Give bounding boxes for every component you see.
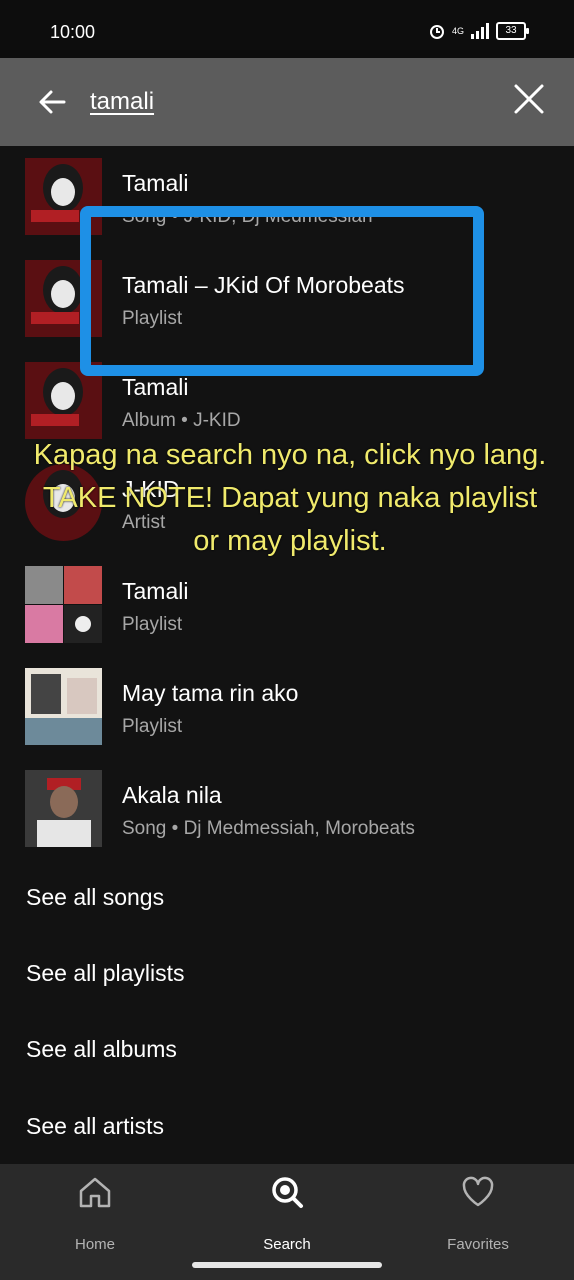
list-item[interactable]: Tamali Playlist (0, 554, 574, 654)
result-title: Tamali (122, 170, 189, 196)
highlight-box (80, 206, 484, 376)
status-icons: 4G 33 (428, 22, 529, 40)
nav-favorites[interactable]: Favorites (418, 1174, 538, 1253)
nav-search-label: Search (263, 1236, 311, 1253)
see-all-playlists-link[interactable]: See all playlists (26, 960, 185, 987)
playlist-art (25, 566, 102, 643)
result-title: May tama rin ako (122, 680, 299, 706)
signal-icon (471, 23, 489, 39)
result-subtitle: Song • Dj Medmessiah, Morobeats (122, 818, 415, 839)
album-art (25, 770, 102, 847)
nav-home[interactable]: Home (35, 1174, 155, 1253)
result-title: Tamali (122, 578, 189, 604)
see-all-artists-link[interactable]: See all artists (26, 1113, 164, 1140)
battery-icon: 33 (496, 22, 529, 40)
search-icon (272, 1177, 303, 1208)
see-all-albums-link[interactable]: See all albums (26, 1036, 177, 1063)
alarm-icon (429, 25, 444, 39)
status-bar: 10:00 4G 33 (0, 0, 574, 58)
result-subtitle: Playlist (122, 614, 183, 635)
search-header: tamali (0, 58, 574, 146)
annotation-text: Kapag na search nyo na, click nyo lang. … (33, 439, 547, 557)
nav-search[interactable]: Search (227, 1174, 347, 1253)
result-title: Tamali (122, 374, 189, 400)
search-input[interactable]: tamali (90, 88, 154, 116)
see-all-songs-link[interactable]: See all songs (26, 884, 164, 911)
close-icon[interactable] (512, 82, 546, 116)
home-indicator[interactable] (192, 1262, 382, 1268)
result-title: Akala nila (122, 782, 222, 808)
heart-icon (462, 1176, 494, 1207)
status-time: 10:00 (50, 22, 96, 42)
list-item[interactable]: Akala nila Song • Dj Medmessiah, Morobea… (0, 758, 574, 858)
network-type: 4G (451, 26, 464, 36)
home-icon (79, 1177, 111, 1208)
nav-home-label: Home (74, 1236, 115, 1253)
playlist-art (25, 668, 102, 745)
result-subtitle: Playlist (122, 716, 183, 737)
list-item[interactable]: May tama rin ako Playlist (0, 656, 574, 756)
result-subtitle: Album • J-KID (122, 410, 241, 431)
nav-favorites-label: Favorites (447, 1236, 509, 1253)
back-arrow-icon[interactable] (34, 84, 70, 120)
